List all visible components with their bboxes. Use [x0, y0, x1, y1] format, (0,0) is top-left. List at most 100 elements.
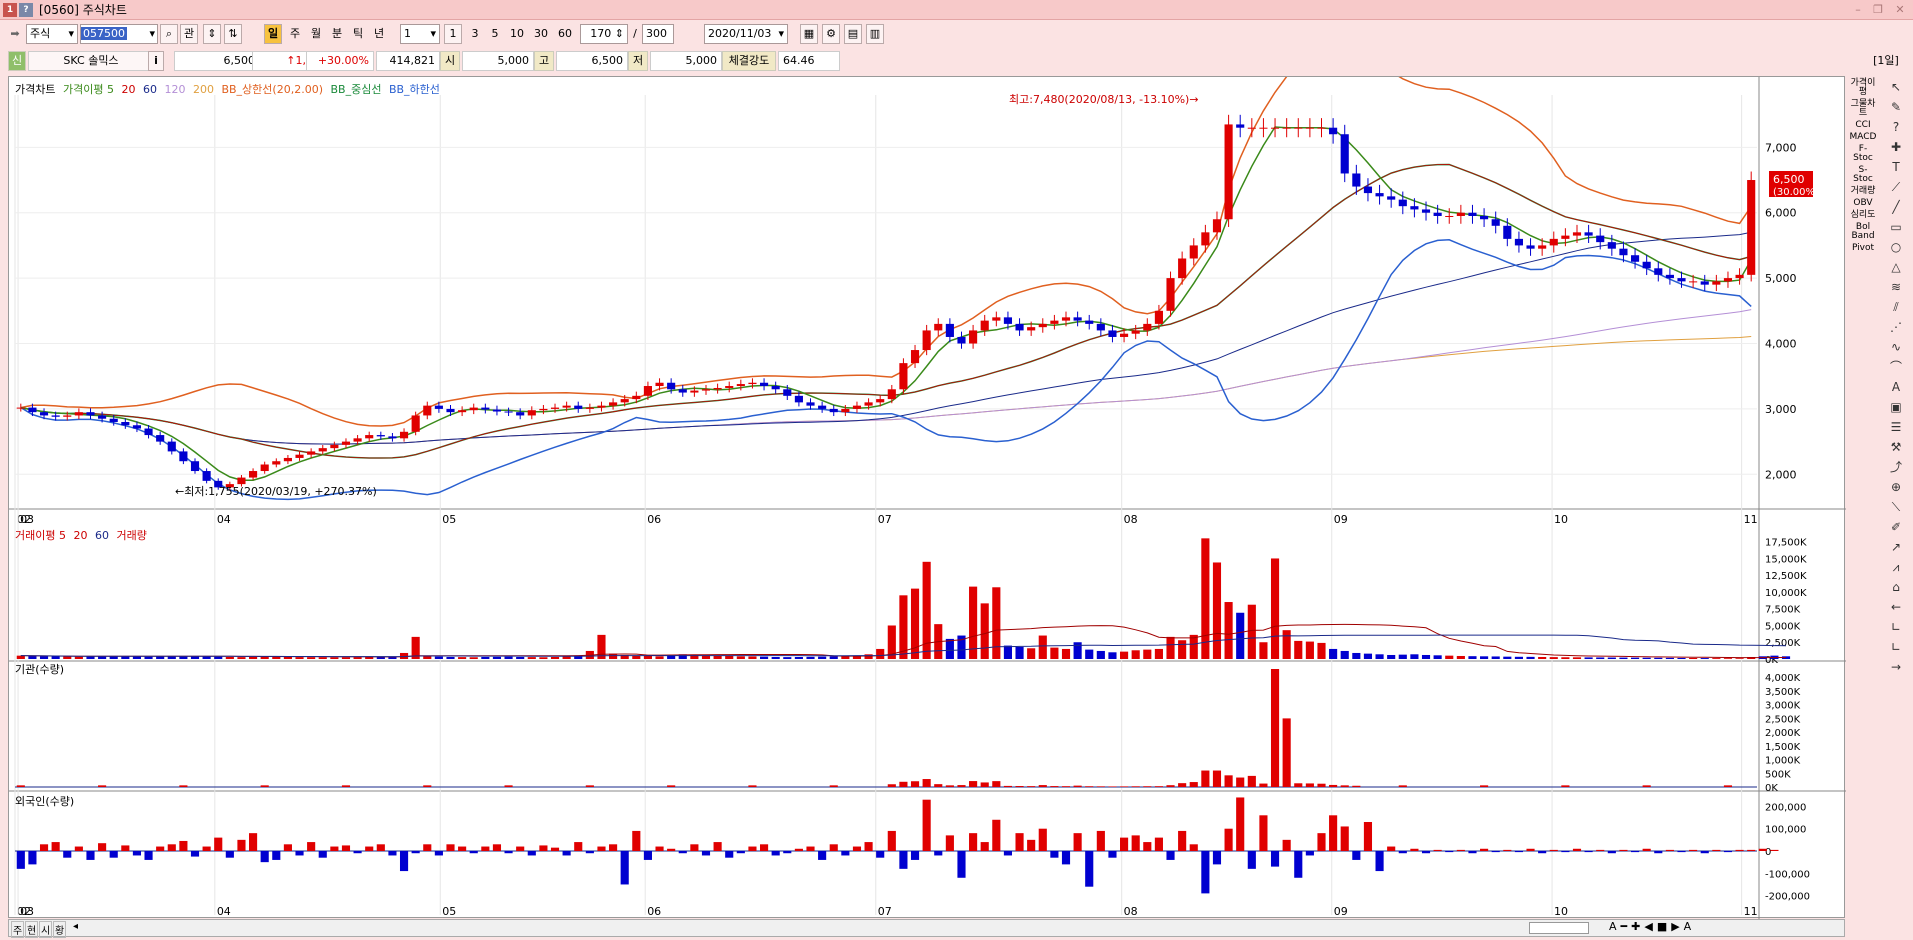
arc-icon[interactable]: ⌒: [1885, 358, 1907, 376]
help-question-icon[interactable]: ?: [1885, 118, 1907, 136]
period-week[interactable]: 주: [286, 24, 304, 44]
corner2-icon[interactable]: ∟: [1885, 638, 1907, 656]
fibo-icon[interactable]: ≋: [1885, 278, 1907, 296]
chart-svg[interactable]: 0202030304040505060607070808090910101111…: [9, 36, 1846, 919]
line-icon[interactable]: ╱: [1885, 198, 1907, 216]
foreign-bar: [63, 851, 72, 858]
indicator-2[interactable]: CCI: [1849, 121, 1877, 130]
tab-ju[interactable]: 주: [11, 921, 25, 938]
date-picker[interactable]: 2020/11/03 ▾: [704, 24, 788, 44]
indicator-9[interactable]: Bol Band: [1849, 223, 1877, 241]
eraser-icon[interactable]: ✎: [1885, 98, 1907, 116]
tab-si[interactable]: 시: [39, 921, 53, 938]
period-year[interactable]: 년: [370, 24, 388, 44]
wave-icon[interactable]: ∿: [1885, 338, 1907, 356]
arrow-right-icon[interactable]: →: [1885, 658, 1907, 676]
fan-icon[interactable]: ⋰: [1885, 318, 1907, 336]
gwan-button[interactable]: 관: [180, 24, 198, 44]
indicator-0[interactable]: 가격이평: [1849, 79, 1877, 97]
grid-icon[interactable]: ▥: [866, 24, 884, 44]
cursor-icon[interactable]: ↖: [1885, 78, 1907, 96]
home-icon[interactable]: ⌂: [1885, 578, 1907, 596]
total-count-input[interactable]: 300: [642, 24, 674, 44]
period-day[interactable]: 일: [264, 24, 282, 44]
period-month[interactable]: 월: [307, 24, 325, 44]
interval-1[interactable]: 1: [444, 24, 462, 44]
tool-icon[interactable]: ⚒: [1885, 438, 1907, 456]
tab-hyeon[interactable]: 현: [25, 921, 39, 938]
search-icon[interactable]: ⌕: [160, 24, 178, 44]
scroll-icon[interactable]: ⇕: [203, 24, 221, 44]
foreign-bar: [1456, 849, 1465, 851]
inst-bar: [1340, 785, 1349, 787]
foreign-bar: [922, 799, 931, 851]
interval-10[interactable]: 10: [506, 24, 528, 44]
foreign-bar: [1445, 851, 1454, 853]
indicator-6[interactable]: 거래량: [1849, 187, 1877, 196]
chart-area[interactable]: 02 02 03 03 04 04 05 05 06 06 07 07 08 08 09 09 10 10 11 11…: [8, 36, 1846, 919]
foreign-bar: [179, 840, 188, 851]
interval-30[interactable]: 30: [530, 24, 552, 44]
channel-icon[interactable]: ⫽: [1885, 298, 1907, 316]
period-minute[interactable]: 분: [328, 24, 346, 44]
zoom-icon[interactable]: ⊕: [1885, 478, 1907, 496]
close-icon[interactable]: ✕: [1892, 3, 1908, 17]
rect-icon[interactable]: ▭: [1885, 218, 1907, 236]
period-tick[interactable]: 틱: [349, 24, 367, 44]
pencil-icon[interactable]: ✐: [1885, 518, 1907, 536]
cross-icon[interactable]: ✚: [1885, 138, 1907, 156]
interval-3[interactable]: 3: [466, 24, 484, 44]
arrow-up-right-icon[interactable]: ↗: [1885, 538, 1907, 556]
window-icon[interactable]: ▣: [1885, 398, 1907, 416]
candle-body: [1735, 274, 1744, 279]
nav-controls[interactable]: A━✚◀■▶A: [1609, 920, 1695, 933]
arrow-left-icon[interactable]: ←: [1885, 598, 1907, 616]
layout-icon[interactable]: ▤: [844, 24, 862, 44]
spin-button[interactable]: ⇅: [224, 24, 242, 44]
slash-icon[interactable]: ⟍: [1885, 498, 1907, 516]
indicator-5[interactable]: S-Stoc: [1849, 166, 1877, 184]
code-input[interactable]: 057500 ▾: [80, 24, 158, 44]
indicator-1[interactable]: 그물차트: [1849, 100, 1877, 118]
volume-bar: [353, 657, 362, 659]
volume-bar: [318, 657, 327, 659]
corner-icon[interactable]: ∟: [1885, 618, 1907, 636]
indicator-4[interactable]: F-Stoc: [1849, 145, 1877, 163]
text-icon[interactable]: T: [1885, 158, 1907, 176]
foreign-bar: [1363, 822, 1373, 851]
auto-icon[interactable]: A: [1885, 378, 1907, 396]
market-select[interactable]: 주식 ▾: [26, 24, 78, 44]
foreign-bar: [992, 819, 1001, 851]
circle-icon[interactable]: ○: [1885, 238, 1907, 256]
minimize-icon[interactable]: –: [1850, 3, 1866, 17]
zoom-slider[interactable]: [1529, 922, 1589, 934]
stock-name[interactable]: SKC 솔믹스: [28, 51, 154, 71]
indicator-3[interactable]: MACD: [1849, 133, 1877, 142]
help-icon[interactable]: ?: [19, 2, 33, 17]
candle-body: [1596, 235, 1605, 243]
indicator-10[interactable]: Pivot: [1849, 244, 1877, 253]
period-count-select[interactable]: 1 ▾: [400, 24, 440, 44]
restore-icon[interactable]: ❐: [1870, 3, 1886, 17]
indicator-7[interactable]: OBV: [1849, 199, 1877, 208]
save-icon[interactable]: ▦: [800, 24, 818, 44]
interval-60[interactable]: 60: [554, 24, 576, 44]
list-icon[interactable]: ☰: [1885, 418, 1907, 436]
tab-hwang[interactable]: 황: [53, 921, 67, 938]
scroll-left-icon[interactable]: ◂: [73, 921, 78, 932]
ruler-icon[interactable]: ⟋: [1885, 178, 1907, 196]
inst-bar: [980, 782, 989, 787]
interval-5[interactable]: 5: [486, 24, 504, 44]
volume-bar: [1677, 657, 1686, 659]
chart-line-icon[interactable]: ⩘: [1885, 558, 1907, 576]
inst-axis-label: 2,500K: [1765, 714, 1801, 725]
link-arrow-icon[interactable]: ➡: [6, 24, 24, 44]
triangle-icon[interactable]: △: [1885, 258, 1907, 276]
settings-icon[interactable]: ⚙: [822, 24, 840, 44]
foreign-bar: [109, 851, 118, 858]
info-button[interactable]: i: [148, 51, 164, 71]
display-count-input[interactable]: 170 ⇕: [580, 24, 628, 44]
trend-icon[interactable]: ⤴: [1885, 458, 1907, 476]
volume-bar: [260, 656, 269, 659]
indicator-8[interactable]: 심리도: [1849, 211, 1877, 220]
